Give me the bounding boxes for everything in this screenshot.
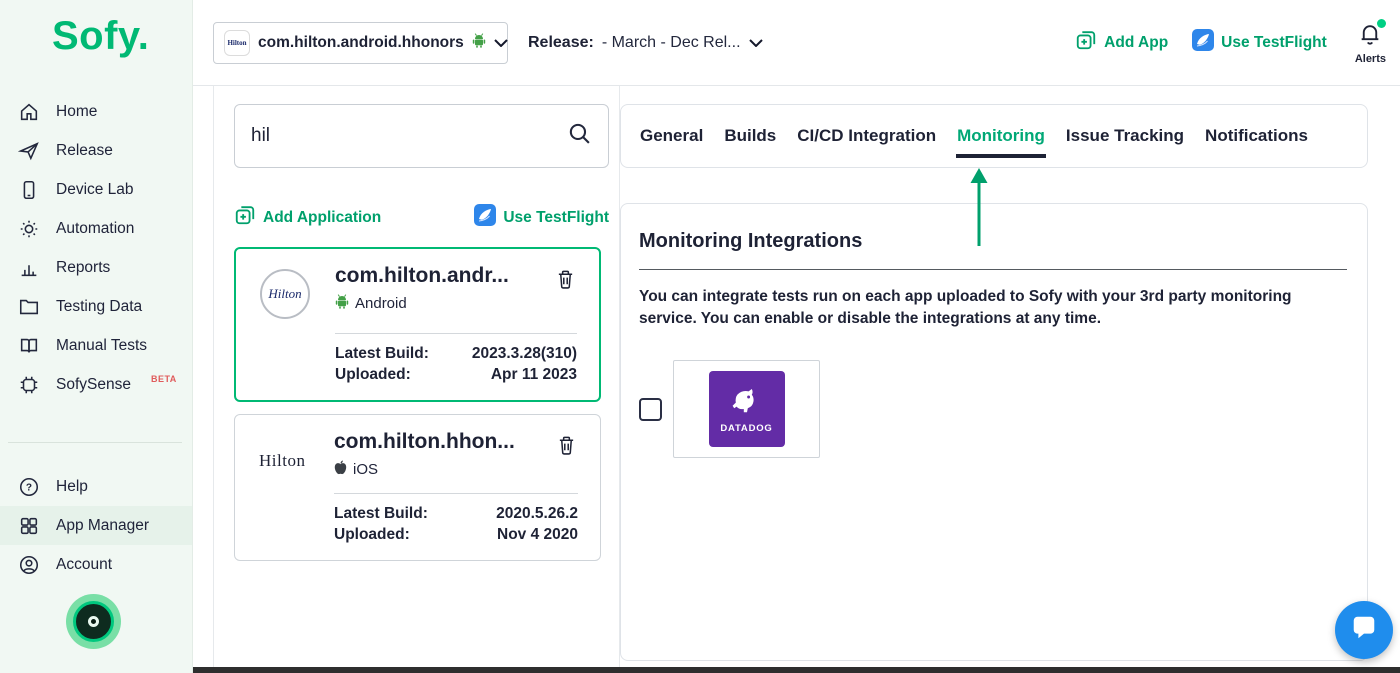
bottom-edge-bar <box>193 667 1400 673</box>
alert-indicator-dot <box>1377 19 1386 28</box>
sidebar-item-app-manager[interactable]: App Manager <box>0 506 192 545</box>
uploaded-label: Uploaded: <box>334 525 410 546</box>
chevron-down-icon <box>749 34 763 52</box>
sidebar-item-account[interactable]: Account <box>0 545 192 584</box>
svg-text:?: ? <box>26 482 32 493</box>
chevron-down-icon <box>494 39 508 47</box>
datadog-card: DATADOG <box>673 360 820 458</box>
sofy-logo: Sofy. <box>0 0 192 74</box>
trash-icon <box>557 443 576 458</box>
latest-build-label: Latest Build: <box>334 504 428 525</box>
card-divider <box>334 493 578 494</box>
detail-panel: General Builds CI/CD Integration Monitor… <box>619 86 1400 667</box>
tab-general[interactable]: General <box>639 105 704 167</box>
app-card-name: com.hilton.andr... <box>335 263 509 288</box>
monitoring-panel: Monitoring Integrations You can integrat… <box>620 203 1368 661</box>
sidebar-item-automation[interactable]: Automation <box>0 209 192 248</box>
testflight-icon <box>1192 29 1214 56</box>
sidebar-item-device-lab[interactable]: Device Lab <box>0 170 192 209</box>
user-icon <box>18 554 40 576</box>
uploaded-label: Uploaded: <box>335 365 411 386</box>
search-icon[interactable] <box>567 121 592 151</box>
sidebar-item-sofysense[interactable]: SofySense BETA <box>0 365 192 404</box>
beta-badge: BETA <box>151 374 177 384</box>
use-testflight-button[interactable]: Use TestFlight <box>1192 29 1327 56</box>
app-card-ios[interactable]: Hilton com.hilton.hhon... iOS <box>234 414 601 561</box>
selected-app-name: com.hilton.android.hhonors <box>258 34 464 52</box>
phone-icon <box>18 179 40 201</box>
app-selector-dropdown[interactable]: Hilton com.hilton.android.hhonors <box>213 22 508 64</box>
chip-icon <box>18 374 40 396</box>
latest-build-value: 2023.3.28(310) <box>472 344 577 365</box>
panel-description: You can integrate tests run on each app … <box>639 286 1347 330</box>
hilton-logo: Hilton <box>260 269 310 319</box>
sidebar-item-home[interactable]: Home <box>0 92 192 131</box>
tab-notifications[interactable]: Notifications <box>1204 105 1309 167</box>
gear-icon <box>18 218 40 240</box>
datadog-logo: DATADOG <box>709 371 785 447</box>
app-card-android[interactable]: Hilton com.hilton.andr... Android <box>234 247 601 402</box>
tab-issue-tracking[interactable]: Issue Tracking <box>1065 105 1185 167</box>
app-tabs: General Builds CI/CD Integration Monitor… <box>620 104 1368 168</box>
integration-row-datadog: DATADOG <box>639 360 1347 458</box>
add-application-button[interactable]: Add Application <box>234 204 381 231</box>
datadog-enable-checkbox[interactable] <box>639 398 662 421</box>
sidebar-item-release[interactable]: Release <box>0 131 192 170</box>
tab-monitoring[interactable]: Monitoring <box>956 105 1046 167</box>
topbar: Hilton com.hilton.android.hhonors Releas… <box>193 0 1400 85</box>
delete-app-button[interactable] <box>555 433 578 460</box>
uploaded-value: Apr 11 2023 <box>491 365 577 386</box>
sidebar-divider <box>8 442 182 443</box>
android-icon <box>335 294 349 313</box>
help-icon: ? <box>18 476 40 498</box>
latest-build-label: Latest Build: <box>335 344 429 365</box>
chart-icon <box>18 257 40 279</box>
sidebar-item-testing-data[interactable]: Testing Data <box>0 287 192 326</box>
apple-icon <box>334 460 347 479</box>
testflight-icon <box>474 204 496 231</box>
platform-label: Android <box>355 295 407 312</box>
grid-icon <box>18 515 40 537</box>
rocket-icon <box>18 140 40 162</box>
release-selector[interactable]: Release: - March - Dec Rel... <box>528 34 763 52</box>
book-icon <box>18 335 40 357</box>
trash-icon <box>556 277 575 292</box>
delete-app-button[interactable] <box>554 267 577 294</box>
card-divider <box>335 333 577 334</box>
chat-widget-button[interactable] <box>1335 601 1393 659</box>
uploaded-value: Nov 4 2020 <box>497 525 578 546</box>
add-app-icon <box>1075 29 1097 56</box>
app-search-input[interactable] <box>251 125 567 147</box>
hilton-logo: Hilton <box>259 451 309 471</box>
latest-build-value: 2020.5.26.2 <box>496 504 578 525</box>
sidebar-item-help[interactable]: ? Help <box>0 467 192 506</box>
sidebar: Sofy. Home Release Device Lab Automation <box>0 0 193 673</box>
tab-cicd-integration[interactable]: CI/CD Integration <box>796 105 937 167</box>
alerts-button[interactable]: Alerts <box>1355 21 1386 65</box>
sidebar-item-reports[interactable]: Reports <box>0 248 192 287</box>
sidebar-footer-nav: ? Help App Manager Account <box>0 467 192 584</box>
sidebar-item-manual-tests[interactable]: Manual Tests <box>0 326 192 365</box>
main-content: Add Application Use TestFlight Hilton co… <box>193 85 1400 667</box>
android-icon <box>472 33 486 53</box>
app-card-name: com.hilton.hhon... <box>334 429 515 454</box>
use-testflight-link[interactable]: Use TestFlight <box>474 204 609 231</box>
add-app-button[interactable]: Add App <box>1075 29 1168 56</box>
sidebar-nav: Home Release Device Lab Automation Repor… <box>0 92 192 404</box>
datadog-dog-icon <box>730 385 764 422</box>
platform-label: iOS <box>353 461 378 478</box>
folder-icon <box>18 296 40 318</box>
tab-builds[interactable]: Builds <box>723 105 777 167</box>
apps-panel: Add Application Use TestFlight Hilton co… <box>213 86 619 667</box>
hilton-app-icon: Hilton <box>224 30 250 56</box>
sofy-recorder-bubble[interactable] <box>66 594 121 649</box>
home-icon <box>18 101 40 123</box>
add-app-icon <box>234 204 256 231</box>
chat-icon <box>1350 614 1378 647</box>
heading-rule <box>639 269 1347 270</box>
app-search <box>234 104 609 168</box>
monitoring-pointer-arrow <box>968 168 990 248</box>
panel-heading: Monitoring Integrations <box>639 230 1347 253</box>
